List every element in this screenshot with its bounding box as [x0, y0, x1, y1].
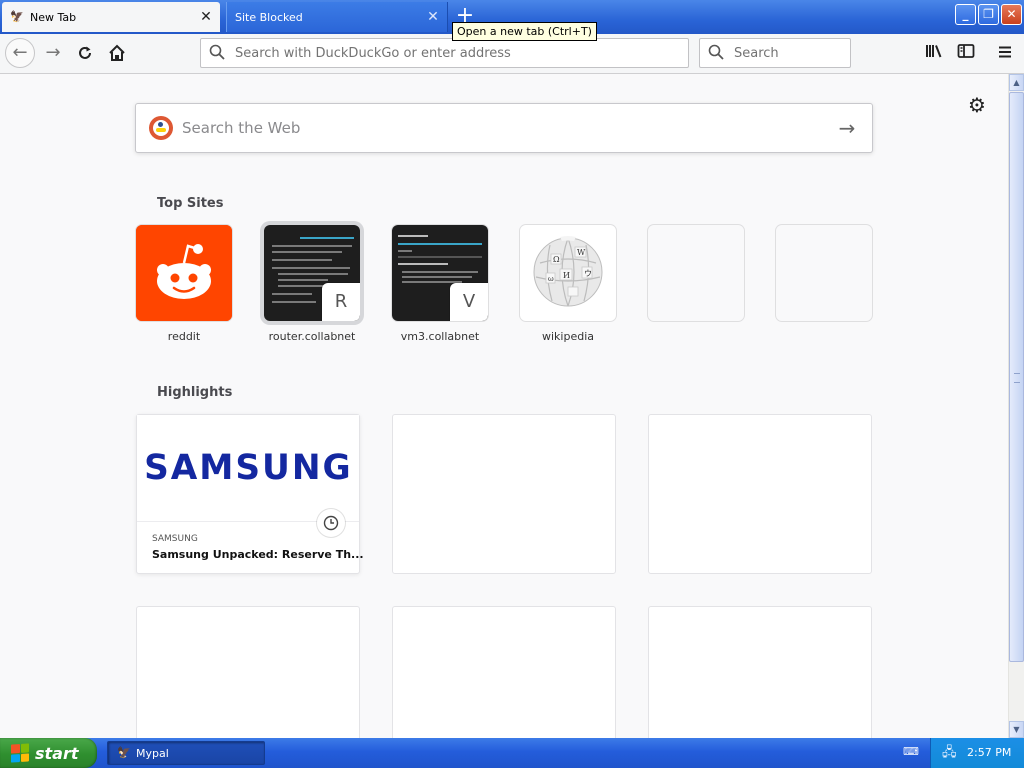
duckduckgo-icon [149, 116, 173, 140]
top-site-empty [776, 225, 872, 321]
scroll-down-arrow-icon[interactable]: ▼ [1009, 721, 1024, 738]
start-label: start [35, 743, 79, 763]
svg-text:ウ: ウ [584, 269, 592, 278]
highlight-placeholder [392, 606, 616, 738]
network-icon[interactable]: 🖧 [942, 745, 958, 761]
top-site-tile[interactable]: V [392, 225, 488, 321]
menu-icon[interactable] [994, 43, 1016, 65]
home-icon [109, 44, 125, 61]
taskbar-clock[interactable]: 2:57 PM [967, 738, 1011, 768]
highlight-image: SAMSUNG [137, 415, 359, 522]
library-icon[interactable] [923, 43, 945, 65]
vertical-scrollbar[interactable]: ▲ ▼ [1008, 74, 1024, 738]
highlight-placeholder [648, 606, 872, 738]
web-search-placeholder: Search the Web [182, 119, 301, 137]
home-button[interactable] [102, 38, 132, 68]
site-letter-badge: R [322, 283, 360, 321]
top-site-empty [648, 225, 744, 321]
keyboard-icon[interactable]: ⌨ [903, 746, 919, 758]
highlight-title: Samsung Unpacked: Reserve Th... [152, 548, 364, 561]
close-tab-icon[interactable]: ✕ [198, 9, 214, 25]
top-site-wikipedia[interactable]: Ω W И ウ ω wikipedia [520, 225, 616, 343]
minimize-button[interactable]: _ [955, 4, 976, 25]
mypal-icon: 🦅 [117, 746, 131, 759]
taskbar-item-mypal[interactable]: 🦅 Mypal [107, 741, 265, 765]
highlights-heading: Highlights [157, 385, 233, 400]
start-button[interactable]: start [0, 738, 97, 768]
svg-text:И: И [563, 271, 570, 280]
tab-new-tab[interactable]: 🦅 New Tab ✕ [2, 2, 220, 32]
close-tab-icon[interactable]: ✕ [425, 9, 441, 25]
scroll-thumb[interactable] [1009, 92, 1024, 662]
top-site-label: router.collabnet [268, 330, 356, 343]
taskbar-item-label: Mypal [136, 746, 169, 760]
svg-text:W: W [577, 248, 586, 257]
close-window-button[interactable]: ✕ [1001, 4, 1022, 25]
top-site-label: wikipedia [541, 330, 594, 343]
top-site-label: vm3.collabnet [400, 330, 480, 343]
new-tab-page: ⚙ Search the Web → Top Sites reddit R ro… [0, 74, 1008, 738]
samsung-logo: SAMSUNG [143, 448, 353, 488]
search-placeholder: Search [734, 45, 779, 61]
highlight-placeholder [392, 414, 616, 574]
top-site-tile[interactable]: Ω W И ウ ω [520, 225, 616, 321]
top-site-router-collabnet[interactable]: R router.collabnet [264, 225, 360, 343]
wikipedia-globe-icon: Ω W И ウ ω [533, 236, 603, 307]
forward-button[interactable]: → [38, 38, 68, 68]
top-site-vm3-collabnet[interactable]: V vm3.collabnet [392, 225, 488, 343]
highlight-placeholder [136, 606, 360, 738]
windows-logo-icon [11, 743, 29, 763]
top-site-tile[interactable]: R [264, 225, 360, 321]
top-site-tile[interactable] [136, 225, 232, 321]
tab-site-blocked[interactable]: Site Blocked ✕ [226, 2, 448, 32]
web-search-box[interactable]: Search the Web → [135, 103, 873, 153]
search-bar[interactable]: Search [699, 38, 851, 68]
reddit-logo-icon [136, 225, 232, 321]
new-tab-tooltip: Open a new tab (Ctrl+T) [452, 22, 597, 41]
search-icon [708, 44, 726, 62]
restore-button[interactable]: ❐ [978, 4, 999, 25]
scroll-up-arrow-icon[interactable]: ▲ [1009, 74, 1024, 91]
address-placeholder: Search with DuckDuckGo or enter address [235, 45, 511, 61]
gear-icon[interactable]: ⚙ [966, 94, 988, 116]
tab-label: Site Blocked [235, 10, 303, 24]
search-icon [209, 44, 227, 62]
svg-text:ω: ω [548, 275, 554, 283]
arrow-right-icon[interactable]: → [836, 117, 858, 139]
site-letter-badge: V [450, 283, 488, 321]
top-site-reddit[interactable]: reddit [136, 225, 232, 343]
highlight-source: SAMSUNG [152, 534, 198, 544]
highlight-card[interactable]: SAMSUNG SAMSUNG Samsung Unpacked: Reserv… [136, 414, 364, 574]
mypal-icon: 🦅 [10, 10, 24, 23]
address-bar[interactable]: Search with DuckDuckGo or enter address [200, 38, 689, 68]
windows-taskbar: start 🦅 Mypal ⌨ 🖧 2:57 PM [0, 738, 1024, 768]
reload-button[interactable] [70, 38, 100, 68]
sidebar-icon[interactable] [955, 43, 977, 65]
top-sites-heading: Top Sites [157, 196, 224, 211]
back-button[interactable]: ← [5, 38, 35, 68]
highlight-placeholder [648, 414, 872, 574]
top-site-label: reddit [167, 330, 201, 343]
reload-icon [79, 46, 91, 59]
top-site-placeholder [776, 225, 872, 321]
top-site-placeholder [648, 225, 744, 321]
tab-label: New Tab [30, 10, 77, 24]
svg-text:Ω: Ω [553, 255, 560, 264]
clock-icon [317, 509, 345, 537]
